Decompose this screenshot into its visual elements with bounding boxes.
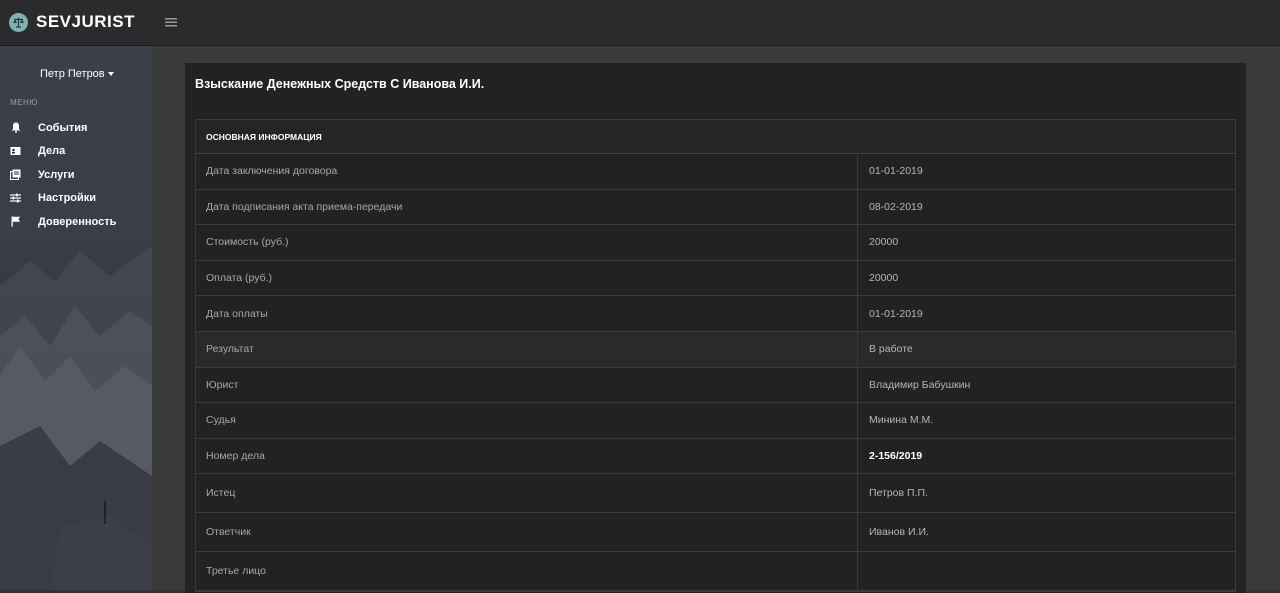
user-name: Петр Петров <box>40 68 105 80</box>
table-row: Дата заключения договора 01-01-2019 <box>196 154 1235 190</box>
row-label: Истец <box>196 474 858 513</box>
row-label: Дата оплаты <box>196 296 858 331</box>
row-value: Владимир Бабушкин <box>869 378 971 391</box>
table-row: Оплата (руб.) 20000 <box>196 260 1235 297</box>
row-value: 20000 <box>869 236 899 249</box>
row-value <box>858 552 1235 590</box>
row-label: Результат <box>196 331 858 367</box>
case-card: Взыскание Денежных Средств С Иванова И.И… <box>185 63 1246 593</box>
table-row: Судья Минина М.М. <box>196 403 1235 439</box>
row-label: Номер дела <box>196 438 858 474</box>
brand[interactable]: SEVJURIST <box>9 10 135 34</box>
row-label: Дата заключения договора <box>196 154 858 189</box>
case-number-value: 2-156/2019 <box>869 450 923 463</box>
sidebar-item-power-of-attorney[interactable]: Доверенность <box>0 210 152 234</box>
sidebar-item-label: События <box>38 121 88 134</box>
table-row: Дата оплаты 01-01-2019 <box>196 296 1235 332</box>
table-row: Юрист Владимир Бабушкин <box>196 367 1235 404</box>
caret-down-icon <box>107 72 114 76</box>
sidebar-item-label: Дела <box>38 145 66 158</box>
row-label: Дата подписания акта приема-передачи <box>196 189 858 225</box>
row-label: Оплата (руб.) <box>196 260 858 296</box>
sidebar-item-settings[interactable]: Настройки <box>0 187 152 211</box>
row-value: Иванов И.И. <box>869 526 929 539</box>
table-row: Истец Петров П.П. <box>196 474 1235 514</box>
row-value: Петров П.П. <box>869 487 928 500</box>
section-header: ОСНОВНАЯ ИНФОРМАЦИЯ <box>196 120 1235 154</box>
sidebar-item-cases[interactable]: Дела <box>0 140 152 164</box>
brand-name: SEVJURIST <box>36 12 135 31</box>
table-row: Стоимость (руб.) 20000 <box>196 225 1235 261</box>
sidebar-item-events[interactable]: События <box>0 116 152 140</box>
sidebar-item-label: Услуги <box>38 168 75 181</box>
sidebar-item-label: Настройки <box>38 192 97 205</box>
table-row: Третье лицо <box>196 552 1235 592</box>
menu-toggle-icon[interactable] <box>164 15 178 29</box>
flag-icon <box>10 216 21 227</box>
sidebar-item-services[interactable]: Услуги <box>0 163 152 187</box>
top-bar: SEVJURIST <box>0 0 1280 46</box>
row-value: В работе <box>869 343 913 356</box>
table-row: Результат В работе <box>196 331 1235 368</box>
user-menu[interactable]: Петр Петров <box>40 68 114 80</box>
table-row: Ответчик Иванов И.И. <box>196 513 1235 553</box>
row-value: 01-01-2019 <box>869 165 923 178</box>
row-value: 20000 <box>869 272 899 285</box>
sliders-icon <box>10 193 21 204</box>
services-icon <box>10 169 21 181</box>
menu-title: МЕНЮ <box>10 98 38 107</box>
row-label: Судья <box>196 403 858 438</box>
sidebar-nav: События Дела Услуги Настройки Довереннос… <box>0 116 152 234</box>
table-row: Номер дела 2-156/2019 <box>196 438 1235 475</box>
row-label: Юрист <box>196 367 858 403</box>
row-label: Стоимость (руб.) <box>196 225 858 260</box>
sidebar: Петр Петров МЕНЮ События Дела Услуги Нас… <box>0 46 152 590</box>
row-label: Третье лицо <box>196 552 858 591</box>
scales-logo-icon <box>9 12 28 32</box>
row-value: Минина М.М. <box>869 414 934 427</box>
row-value: 01-01-2019 <box>869 307 923 320</box>
table-row: Дата подписания акта приема-передачи 08-… <box>196 189 1235 226</box>
main-content: Взыскание Денежных Средств С Иванова И.И… <box>152 46 1280 593</box>
row-value: 08-02-2019 <box>869 200 923 213</box>
bell-icon <box>10 122 21 134</box>
page-title: Взыскание Денежных Средств С Иванова И.И… <box>195 77 485 91</box>
sidebar-item-label: Доверенность <box>38 215 117 228</box>
case-icon <box>10 146 21 157</box>
info-table: ОСНОВНАЯ ИНФОРМАЦИЯ Дата заключения дого… <box>195 119 1236 593</box>
row-label: Ответчик <box>196 513 858 552</box>
